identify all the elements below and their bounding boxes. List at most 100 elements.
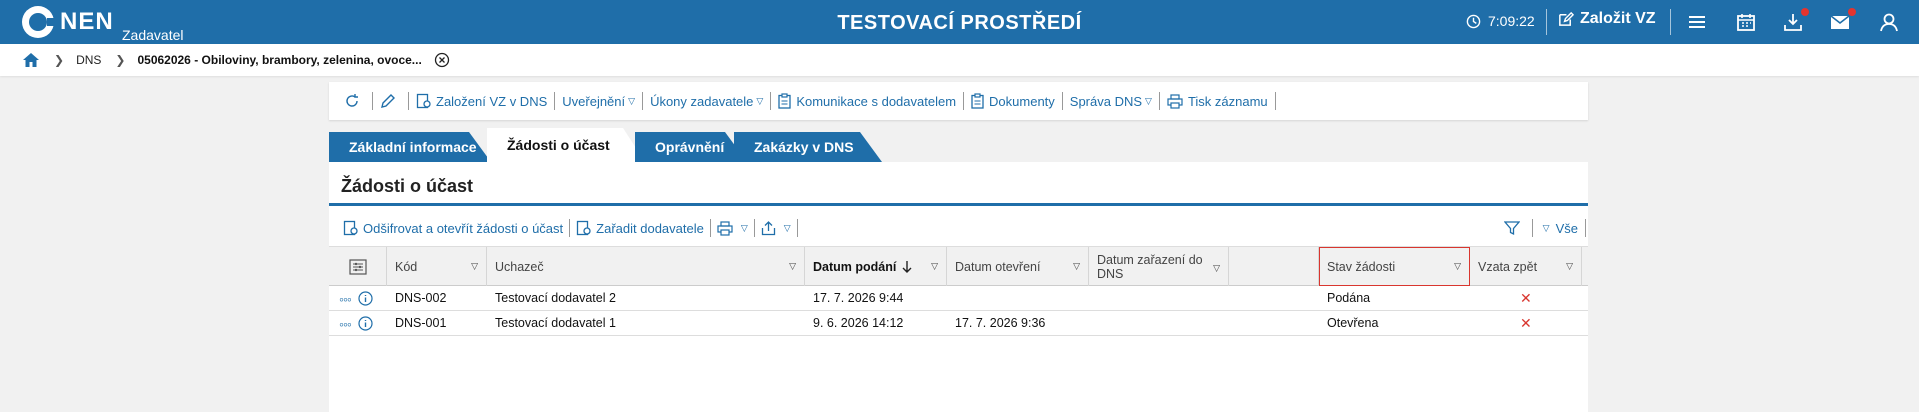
notification-dot xyxy=(1801,8,1809,16)
document-gear-icon xyxy=(577,220,591,236)
breadcrumb-item-current[interactable]: 05062026 - Obiloviny, brambory, zelenina… xyxy=(137,53,421,67)
column-label: Vzata zpět xyxy=(1478,259,1538,274)
cell-request-status: Podána xyxy=(1327,291,1371,305)
contracting-acts-label: Úkony zadavatele xyxy=(650,93,754,109)
print-record-button[interactable]: Tisk záznamu xyxy=(1160,94,1275,109)
printer-icon xyxy=(717,220,733,236)
decrypt-open-requests-button[interactable]: Odšifrovat a otevřít žádosti o účast xyxy=(337,220,569,236)
top-header: NEN Zadavatel TESTOVACÍ PROSTŘEDÍ 7:09:2… xyxy=(0,0,1919,44)
edit-button[interactable] xyxy=(373,93,408,109)
table-row[interactable]: ◦◦◦ DNS-002 Testovací dodavatel 2 17. 7.… xyxy=(329,286,1588,311)
edit-icon xyxy=(1559,11,1574,26)
clipboard-icon xyxy=(778,93,791,109)
column-header-submission-date[interactable]: Datum podání ▽ xyxy=(805,247,947,286)
column-label: Datum podání xyxy=(813,259,897,274)
mail-icon[interactable] xyxy=(1829,8,1856,33)
row-actions: ◦◦◦ xyxy=(339,291,373,306)
column-header-dns-inclusion-date[interactable]: Datum zařazení do DNS ▽ xyxy=(1089,247,1229,286)
breadcrumb-item-dns[interactable]: DNS xyxy=(76,53,101,67)
create-vz-button[interactable]: Založit VZ xyxy=(1557,10,1656,28)
print-record-label: Tisk záznamu xyxy=(1187,93,1268,109)
tab-permissions[interactable]: Oprávnění xyxy=(635,132,747,162)
document-gear-icon xyxy=(343,220,358,236)
cell-opening-date xyxy=(947,286,955,310)
user-icon[interactable] xyxy=(1878,11,1900,33)
filter-caret-icon[interactable]: ▽ xyxy=(471,261,478,272)
chevron-right-icon: ❯ xyxy=(115,53,126,67)
grid-toolbar: Odšifrovat a otevřít žádosti o účast Zař… xyxy=(329,214,1588,242)
filter-caret-icon[interactable]: ▽ xyxy=(1566,261,1573,272)
calendar-icon[interactable] xyxy=(1735,11,1757,33)
print-menu[interactable]: ▽ xyxy=(711,220,754,236)
assign-supplier-label: Zařadit dodavatele xyxy=(596,220,704,236)
header-divider xyxy=(1546,9,1547,35)
create-vz-in-dns-label: Založení VZ v DNS xyxy=(436,93,548,109)
publishing-menu[interactable]: Uveřejnění ▽ xyxy=(555,94,642,109)
column-header-withdrawn[interactable]: Vzata zpět ▽ xyxy=(1470,247,1582,286)
assign-supplier-button[interactable]: Zařadit dodavatele xyxy=(570,220,710,236)
create-vz-in-dns-button[interactable]: Založení VZ v DNS xyxy=(409,93,554,109)
column-label: Kód xyxy=(395,259,418,274)
column-settings-button[interactable] xyxy=(329,247,387,286)
close-icon[interactable] xyxy=(434,52,450,68)
tab-dns-contracts[interactable]: Zakázky v DNS xyxy=(734,132,882,162)
filter-caret-icon[interactable]: ▽ xyxy=(931,261,938,272)
filter-button[interactable] xyxy=(1497,220,1532,236)
section-underline xyxy=(329,203,1588,206)
header-divider xyxy=(1670,9,1671,35)
home-icon[interactable] xyxy=(22,52,40,68)
tab-participation-requests[interactable]: Žádosti o účast xyxy=(487,128,645,162)
filter-icon xyxy=(1503,221,1520,236)
cell-dns-inclusion-date xyxy=(1089,286,1097,310)
supplier-communication-button[interactable]: Komunikace s dodavatelem xyxy=(771,93,963,109)
cell-code: DNS-002 xyxy=(395,291,447,305)
cell-bidder: Testovací dodavatel 1 xyxy=(495,316,616,330)
section-title: Žádosti o účast xyxy=(341,176,474,196)
refresh-button[interactable] xyxy=(337,93,372,109)
export-menu[interactable]: ▽ xyxy=(755,220,797,236)
more-options-icon[interactable]: ◦◦◦ xyxy=(339,317,352,331)
menu-icon[interactable] xyxy=(1686,11,1708,33)
column-header-request-status[interactable]: Stav žádosti ▽ xyxy=(1319,247,1470,286)
decrypt-open-requests-label: Odšifrovat a otevřít žádosti o účast xyxy=(363,220,564,236)
filter-caret-icon[interactable]: ▽ xyxy=(1454,261,1461,272)
grid-filter-controls: ▽ Vše xyxy=(1497,214,1586,242)
filter-caret-icon[interactable]: ▽ xyxy=(1213,261,1220,275)
more-options-icon[interactable]: ◦◦◦ xyxy=(339,292,352,306)
pencil-icon xyxy=(381,94,395,108)
clock-value: 7:09:22 xyxy=(1488,13,1535,29)
table-header: Kód ▽ Uchazeč ▽ Datum podání ▽ Datum ote… xyxy=(329,246,1588,286)
sort-down-icon xyxy=(902,260,912,273)
dns-management-menu[interactable]: Správa DNS ▽ xyxy=(1063,94,1159,109)
cell-withdrawn: ✕ xyxy=(1520,314,1532,331)
column-header-code[interactable]: Kód ▽ xyxy=(387,247,487,286)
create-vz-label: Založit VZ xyxy=(1580,10,1656,27)
column-label: Stav žádosti xyxy=(1327,259,1396,274)
download-icon[interactable] xyxy=(1782,8,1809,33)
row-actions: ◦◦◦ xyxy=(339,316,373,331)
info-icon[interactable] xyxy=(358,291,373,306)
column-settings-icon xyxy=(348,258,367,275)
column-header-opening-date[interactable]: Datum otevření ▽ xyxy=(947,247,1089,286)
cell-code: DNS-001 xyxy=(395,316,447,330)
publishing-label: Uveřejnění xyxy=(562,93,626,109)
documents-label: Dokumenty xyxy=(989,93,1055,109)
document-gear-icon xyxy=(416,93,431,109)
contracting-acts-menu[interactable]: Úkony zadavatele ▽ xyxy=(643,94,770,109)
tab-basic-info[interactable]: Základní informace xyxy=(329,132,491,162)
clipboard-icon xyxy=(971,93,984,109)
chevron-right-icon: ❯ xyxy=(54,53,65,67)
column-header-bidder[interactable]: Uchazeč ▽ xyxy=(487,247,805,286)
nen-logo[interactable]: NEN xyxy=(22,6,114,38)
caret-down-icon: ▽ xyxy=(1145,95,1152,106)
filter-caret-icon[interactable]: ▽ xyxy=(1073,261,1080,272)
clock-icon xyxy=(1466,14,1481,28)
filter-all-button[interactable]: ▽ Vše xyxy=(1533,221,1585,236)
notification-dot xyxy=(1848,8,1856,16)
table-row[interactable]: ◦◦◦ DNS-001 Testovací dodavatel 1 9. 6. … xyxy=(329,311,1588,336)
filter-caret-icon[interactable]: ▽ xyxy=(789,261,796,272)
toolbar-divider xyxy=(796,219,798,237)
info-icon[interactable] xyxy=(358,316,373,331)
documents-button[interactable]: Dokumenty xyxy=(964,93,1062,109)
cell-submission-date: 9. 6. 2026 14:12 xyxy=(813,316,904,330)
